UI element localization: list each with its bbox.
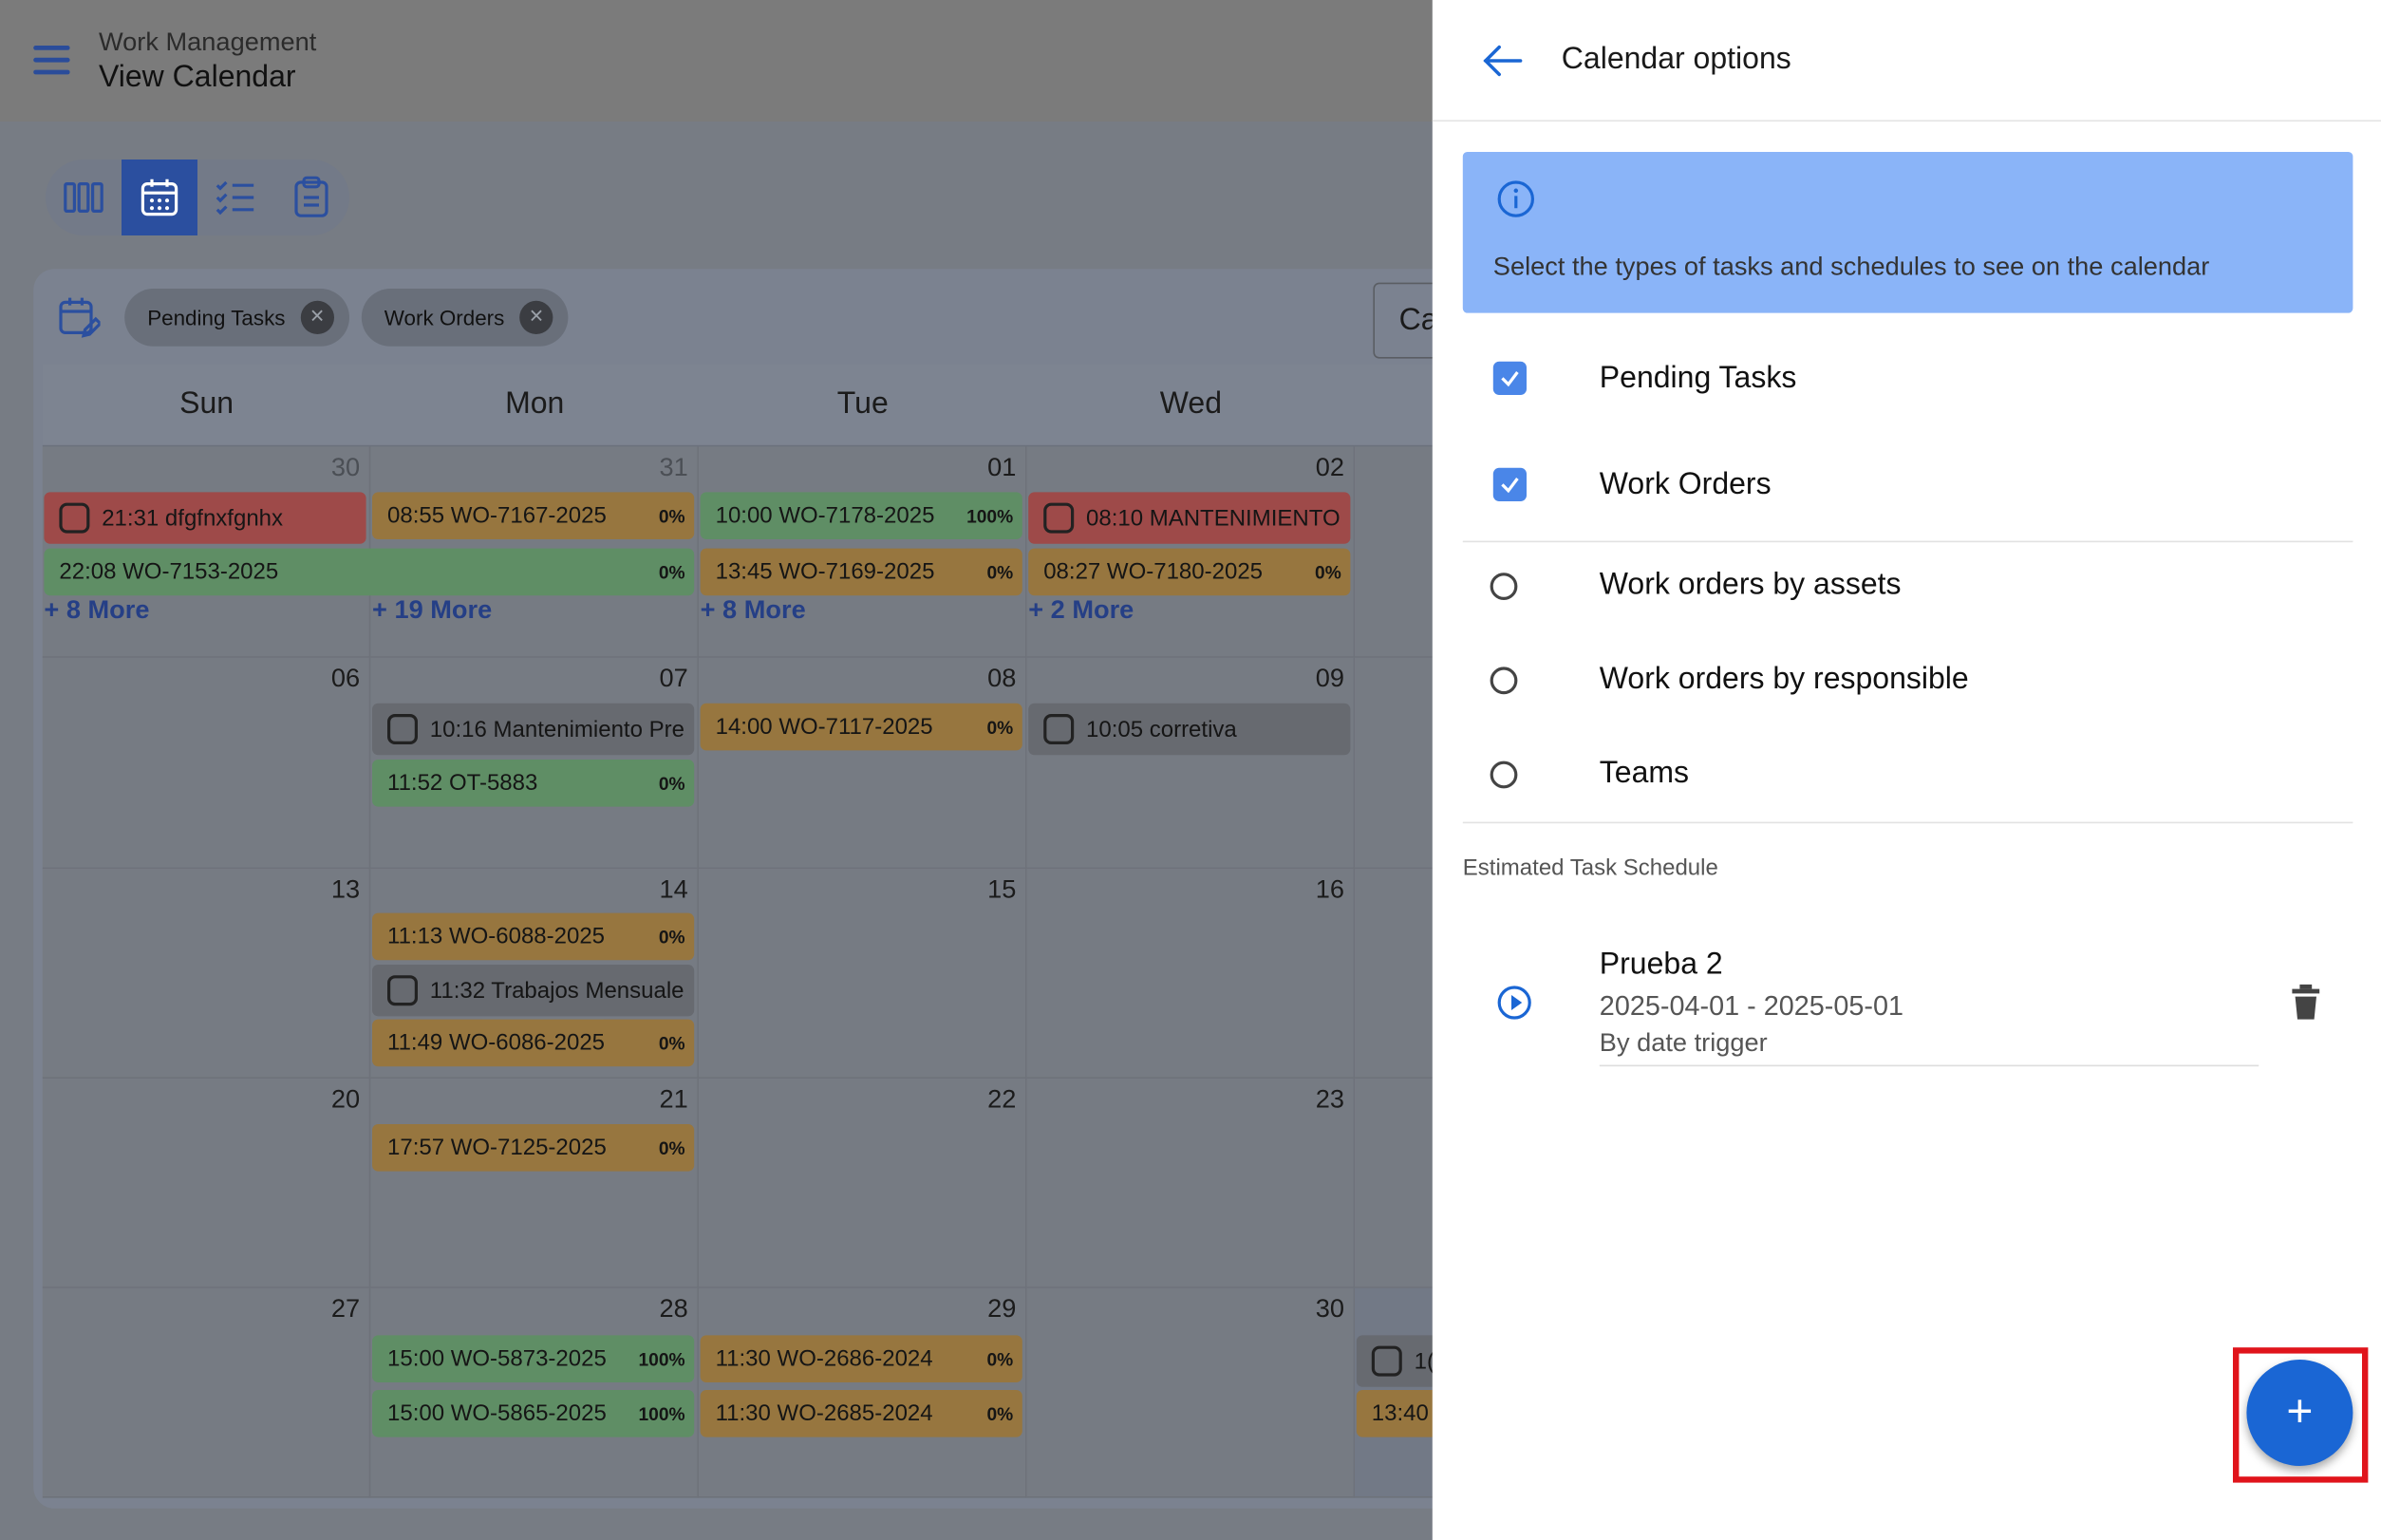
info-icon	[1496, 179, 1536, 227]
work-order-event[interactable]: 08:55 WO-7167-2025 0%	[372, 492, 695, 539]
day-cell[interactable]: 06	[42, 657, 371, 870]
option-work-orders-by-assets[interactable]: Work orders by assets	[1463, 541, 2353, 632]
section-title: Estimated Task Schedule	[1462, 855, 1718, 881]
more-link[interactable]: + 2 More	[1028, 595, 1134, 626]
trash-icon[interactable]	[2289, 984, 2322, 1028]
day-cell[interactable]: 23	[1026, 1079, 1356, 1288]
work-order-event[interactable]: 22:08 WO-7153-2025 0%	[44, 548, 695, 596]
day-cell[interactable]: 27	[42, 1287, 371, 1498]
app-title: Work Management	[99, 27, 317, 57]
close-icon[interactable]: ×	[300, 300, 334, 334]
work-order-event[interactable]: 08:27 WO-7180-2025 0%	[1028, 548, 1351, 596]
page-title: View Calendar	[99, 61, 296, 95]
task-event[interactable]: 10:05 corretiva	[1028, 703, 1351, 756]
clipboard-icon	[294, 176, 328, 217]
day-cell[interactable]: 08	[699, 657, 1027, 870]
more-link[interactable]: + 8 More	[701, 595, 806, 626]
checkbox-icon	[1043, 502, 1075, 534]
radio-button[interactable]	[1490, 573, 1518, 600]
day-name-mon: Mon	[505, 387, 565, 422]
view-switcher	[46, 160, 349, 235]
work-order-event[interactable]: 11:30 WO-2685-2024 0%	[700, 1390, 1022, 1437]
checkbox-icon	[387, 975, 418, 1006]
info-banner: Select the types of tasks and schedules …	[1462, 152, 2353, 313]
work-order-event[interactable]: 13:45 WO-7169-2025 0%	[700, 548, 1022, 596]
calendar-grid: 30 31 01 02 06 07 08 09 13 14 15 16 20 2…	[42, 446, 1462, 1498]
checkbox-icon	[1043, 714, 1075, 744]
panel-header: Calendar options	[1432, 0, 2381, 122]
calendar-card: Pending Tasks × Work Orders × Ca Sun Mon T…	[33, 269, 1462, 1509]
list-view-button[interactable]	[197, 160, 273, 235]
calendar-view-button[interactable]	[122, 160, 197, 235]
day-cell[interactable]: 13	[42, 869, 371, 1079]
info-text: Select the types of tasks and schedules …	[1492, 252, 2210, 281]
day-name-tue: Tue	[836, 387, 889, 422]
option-teams[interactable]: Teams	[1463, 729, 2353, 820]
schedule-trigger: By date trigger	[1599, 1028, 1768, 1058]
work-order-event[interactable]: 10:00 WO-7178-2025 100%	[700, 492, 1022, 539]
schedule-name: Prueba 2	[1599, 948, 1723, 982]
work-order-event[interactable]: 11:52 OT-5883 0%	[372, 760, 695, 807]
checkbox-icon	[387, 714, 418, 744]
menu-icon[interactable]	[33, 46, 70, 76]
option-label: Work Orders	[1599, 467, 1772, 501]
schedule-item[interactable]: Prueba 2 2025-04-01 - 2025-05-01 By date…	[1463, 927, 2353, 1079]
task-event[interactable]: 21:31 dfgfnxfgnhx	[44, 492, 366, 544]
day-cell[interactable]: 15	[699, 869, 1027, 1079]
day-cell[interactable]: 20	[42, 1079, 371, 1288]
work-order-event[interactable]: 11:13 WO-6088-2025 0%	[372, 912, 695, 961]
work-order-event[interactable]: 17:57 WO-7125-2025 0%	[372, 1124, 695, 1172]
work-order-event[interactable]: 11:30 WO-2686-2024 0%	[700, 1335, 1022, 1382]
task-event[interactable]: 10:16 Mantenimiento Pre	[372, 703, 695, 756]
schedule-dates: 2025-04-01 - 2025-05-01	[1599, 990, 1904, 1022]
columns-icon	[64, 182, 103, 214]
divider	[1462, 821, 2353, 824]
clipboard-view-button[interactable]	[273, 160, 349, 235]
checkbox-icon	[59, 502, 90, 534]
calendar-options-panel: Calendar options Select the types of tas…	[1432, 0, 2381, 1540]
checkbox-icon	[1371, 1345, 1402, 1377]
checkbox-checked-icon[interactable]	[1492, 361, 1527, 395]
option-label: Work orders by responsible	[1599, 662, 1969, 696]
work-order-event[interactable]: 14:00 WO-7117-2025 0%	[700, 703, 1022, 751]
highlight-box	[2233, 1347, 2369, 1483]
calendar-icon	[141, 178, 178, 216]
filter-chip-work-orders[interactable]: Work Orders ×	[361, 289, 569, 347]
task-event[interactable]: 08:10 MANTENIMIENTO	[1028, 492, 1351, 544]
day-cell[interactable]: 21	[370, 1079, 699, 1288]
day-cell[interactable]: 22	[699, 1079, 1027, 1288]
day-cell[interactable]: 09	[1026, 657, 1356, 870]
option-pending-tasks[interactable]: Pending Tasks	[1463, 334, 2353, 425]
option-work-orders-by-responsible[interactable]: Work orders by responsible	[1463, 635, 2353, 726]
work-order-event[interactable]: 11:49 WO-6086-2025 0%	[372, 1019, 695, 1067]
checklist-icon	[216, 180, 254, 216]
app-root: Work Management View Calendar Pending Ta…	[0, 0, 2381, 1540]
work-order-event[interactable]: 15:00 WO-5873-2025 100%	[372, 1335, 695, 1382]
day-name-wed: Wed	[1159, 387, 1222, 422]
task-event[interactable]: 11:32 Trabajos Mensuale	[372, 965, 695, 1017]
more-link[interactable]: + 8 More	[44, 595, 149, 626]
day-cell[interactable]: 16	[1026, 869, 1356, 1079]
day-name-sun: Sun	[179, 387, 234, 422]
radio-button[interactable]	[1490, 761, 1518, 789]
panel-title: Calendar options	[1561, 42, 1791, 76]
option-label: Pending Tasks	[1599, 361, 1797, 395]
option-work-orders[interactable]: Work Orders	[1463, 441, 2353, 532]
option-label: Teams	[1599, 756, 1690, 790]
more-link[interactable]: + 19 More	[372, 595, 492, 626]
close-icon[interactable]: ×	[519, 300, 553, 334]
option-label: Work orders by assets	[1599, 568, 1902, 602]
calendar-edit-icon[interactable]	[58, 296, 103, 347]
back-arrow-icon[interactable]	[1481, 43, 1524, 86]
divider	[1599, 1064, 2259, 1067]
filter-chip-pending-tasks[interactable]: Pending Tasks ×	[124, 289, 349, 347]
work-order-event[interactable]: 15:00 WO-5865-2025 100%	[372, 1390, 695, 1437]
top-bar: Work Management View Calendar	[0, 0, 1433, 122]
columns-view-button[interactable]	[46, 160, 122, 235]
play-circle-icon[interactable]	[1496, 985, 1532, 1028]
radio-button[interactable]	[1490, 667, 1518, 695]
day-cell[interactable]: 30	[1026, 1287, 1356, 1498]
checkbox-checked-icon[interactable]	[1492, 467, 1527, 501]
